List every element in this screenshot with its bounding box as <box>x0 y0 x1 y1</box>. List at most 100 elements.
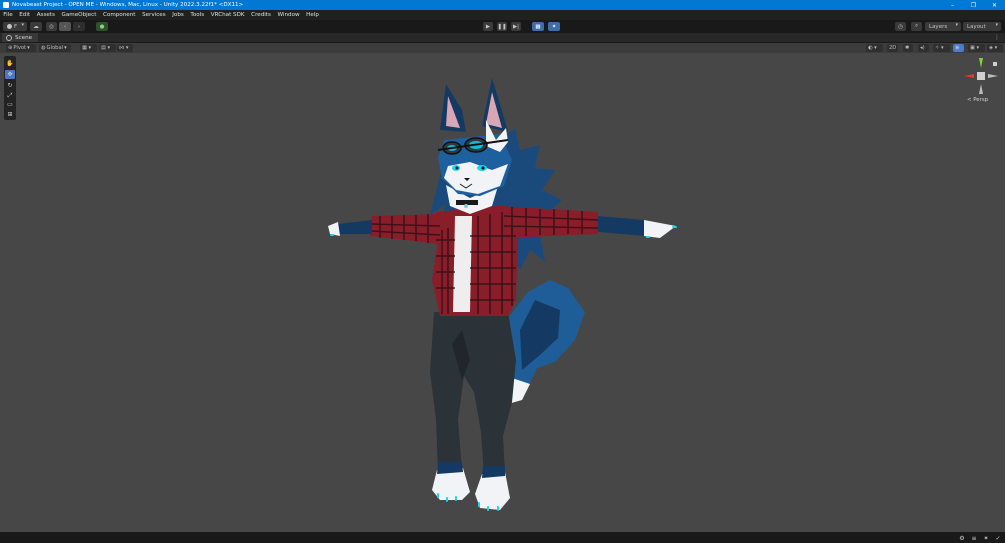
menu-edit[interactable]: Edit <box>16 12 33 18</box>
layers-dropdown[interactable]: Layers ▾ <box>925 22 961 31</box>
layout-dropdown[interactable]: Layout ▾ <box>963 22 1001 31</box>
avatar-model <box>328 78 677 511</box>
check-icon[interactable]: ✓ <box>994 534 1002 542</box>
grid-snap-dropdown[interactable]: ▦ ▾ <box>80 44 97 52</box>
collar <box>456 200 478 205</box>
tab-scene[interactable]: Scene <box>2 33 39 42</box>
global-dropdown[interactable]: ◍ Global ▾ <box>39 44 71 52</box>
menu-services[interactable]: Services <box>139 12 169 18</box>
close-button[interactable]: ✕ <box>984 0 1005 10</box>
search-button[interactable]: ⌕ <box>911 22 922 31</box>
gizmo-neg-y-axis <box>979 84 983 94</box>
2d-icon: 2D <box>889 45 897 51</box>
history-panel-button[interactable]: ◷ <box>895 22 906 31</box>
menu-vrchat-sdk[interactable]: VRChat SDK <box>207 12 247 18</box>
layers-label: Layers <box>929 23 948 30</box>
title-bar: Novabeast Project - OPEN ME - Windows, M… <box>0 0 1005 10</box>
hand-tool[interactable]: ✋ <box>5 59 15 68</box>
menu-assets[interactable]: Assets <box>33 12 58 18</box>
menu-file[interactable]: File <box>0 12 16 18</box>
avatar-icon: ✦ <box>551 23 557 30</box>
maximize-button[interactable]: ❐ <box>963 0 984 10</box>
audio-toggle[interactable]: ◂) <box>918 44 929 52</box>
tab-scene-label: Scene <box>15 34 33 41</box>
right-forearm <box>598 216 646 236</box>
increment-snap-dropdown[interactable]: ⋈ ▾ <box>117 44 133 52</box>
minimize-button[interactable]: – <box>942 0 963 10</box>
lock-icon <box>993 62 997 66</box>
scene-tab-strip: Scene ⋮ <box>0 33 1005 43</box>
menu-component[interactable]: Component <box>100 12 139 18</box>
rotate-tool[interactable]: ↻ <box>5 81 15 90</box>
transform-tool[interactable]: ⊞ <box>5 110 15 119</box>
pivot-dropdown[interactable]: ⊕ Pivot ▾ <box>6 44 36 52</box>
vrchat-icon: ● <box>99 23 105 30</box>
transform-icon: ⊞ <box>7 111 13 118</box>
redo-history-button[interactable]: › <box>73 22 85 31</box>
jeans <box>430 312 516 476</box>
more-options-icon[interactable]: ⋮ <box>994 34 1000 41</box>
window-title: Novabeast Project - OPEN ME - Windows, M… <box>12 2 244 8</box>
cloud-button[interactable]: ☁ <box>30 22 42 31</box>
grid-icon: ▦ ▾ <box>82 45 92 51</box>
hidden-objects-toggle[interactable]: ◉ <box>953 44 964 52</box>
history-icon: ‹ <box>63 23 67 30</box>
draw-mode-dropdown[interactable]: ◐ ▾ <box>866 44 883 52</box>
menu-tools[interactable]: Tools <box>187 12 207 18</box>
orientation-gizmo[interactable] <box>962 56 998 96</box>
camera-dropdown[interactable]: ▣ ▾ <box>968 44 985 52</box>
unity-logo-icon <box>3 2 9 8</box>
move-tool[interactable]: ✥ <box>5 70 15 79</box>
undo-history-button[interactable]: ‹ <box>59 22 71 31</box>
scale-tool[interactable]: ⤢ <box>5 91 15 100</box>
chevron-down-icon: ▾ <box>995 22 998 28</box>
grid-icon: ▦ <box>535 23 541 30</box>
right-hand <box>644 220 676 238</box>
lighting-toggle[interactable]: ✱ <box>903 44 913 52</box>
gizmos-dropdown[interactable]: ◈ ▾ <box>987 44 1003 52</box>
audio-icon: ◂) <box>920 45 925 51</box>
step-button[interactable]: ▶| <box>511 22 521 31</box>
account-icon <box>7 24 12 29</box>
chevron-down-icon: ▾ <box>64 45 67 51</box>
menu-credits[interactable]: Credits <box>248 12 274 18</box>
account-dropdown[interactable]: F ▾ <box>3 22 27 31</box>
play-icon: ▶ <box>485 23 491 30</box>
rect-tool[interactable]: ▭ <box>5 100 15 109</box>
menu-gameobject[interactable]: GameObject <box>58 12 99 18</box>
status-bar <box>0 532 1005 543</box>
step-icon: ▶| <box>512 23 520 30</box>
menu-jobs[interactable]: Jobs <box>169 12 187 18</box>
2d-toggle[interactable]: 2D <box>887 44 898 52</box>
shading-icon: ◐ ▾ <box>868 45 877 51</box>
pause-icon: ❚❚ <box>497 23 507 30</box>
history-forward-icon: › <box>77 23 81 30</box>
platform-toggle-button[interactable]: ▦ <box>532 22 544 31</box>
pivot-icon: ⊕ <box>8 45 13 51</box>
pause-button[interactable]: ❚❚ <box>497 22 507 31</box>
globe-icon: ◍ <box>41 45 46 51</box>
menu-help[interactable]: Help <box>303 12 322 18</box>
progress-icon[interactable]: ⚙ <box>958 534 966 542</box>
cloud-icon: ☁ <box>33 23 39 30</box>
projection-label[interactable]: < Persp <box>967 97 988 103</box>
layout-label: Layout <box>967 23 986 30</box>
grid-visibility-dropdown[interactable]: ▤ ▾ <box>99 44 116 52</box>
menu-bar: File Edit Assets GameObject Component Se… <box>0 10 1005 20</box>
vrchat-sdk-button[interactable]: ● <box>96 22 108 31</box>
effects-dropdown[interactable]: ✧ ▾ <box>933 44 950 52</box>
right-sleeve <box>500 206 598 238</box>
gizmo-y-axis <box>979 58 983 68</box>
database-icon[interactable]: ≡ <box>970 534 978 542</box>
clock-icon: ◷ <box>898 23 903 30</box>
gizmos-icon: ◈ ▾ <box>989 45 998 51</box>
camera-icon: ▣ ▾ <box>970 45 980 51</box>
play-button[interactable]: ▶ <box>483 22 493 31</box>
debug-icon[interactable]: ✶ <box>982 534 990 542</box>
scene-viewport[interactable] <box>0 53 1005 532</box>
menu-window[interactable]: Window <box>274 12 303 18</box>
pivot-label: Pivot <box>13 45 27 51</box>
collab-button[interactable]: ◎ <box>46 22 57 31</box>
avatar-toggle-button[interactable]: ✦ <box>548 22 560 31</box>
rotate-icon: ↻ <box>7 82 13 89</box>
